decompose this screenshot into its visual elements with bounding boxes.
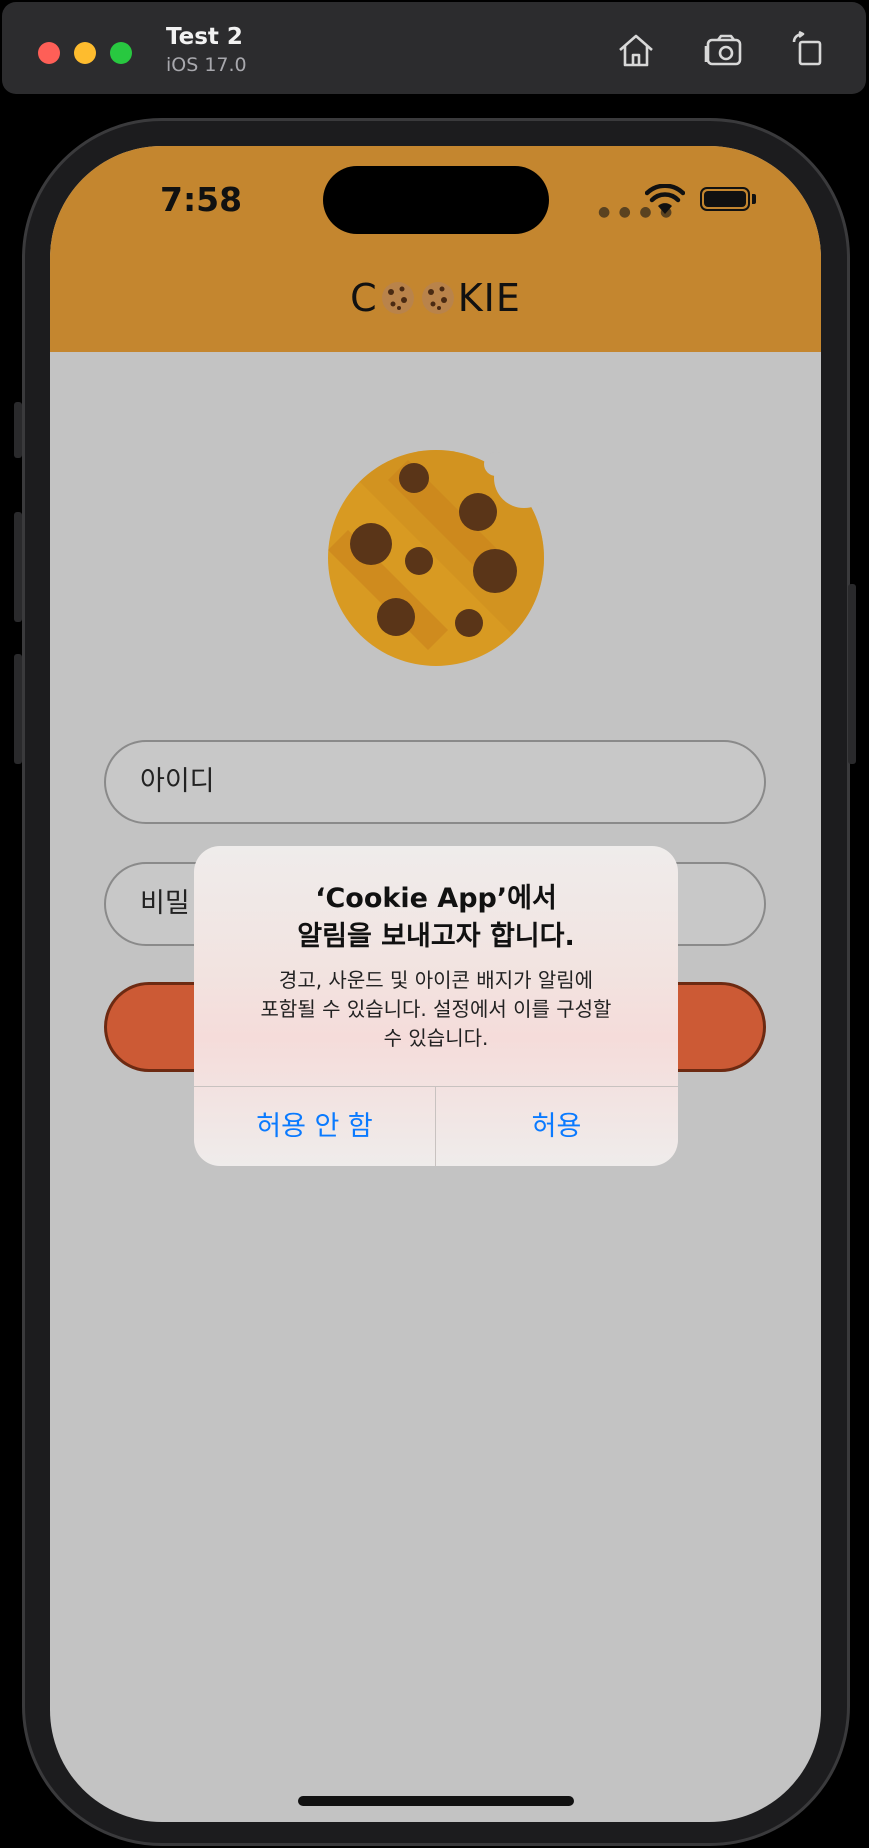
close-window-button[interactable]	[38, 42, 60, 64]
app-header: 7:58 ● ● ● ● C KIE	[50, 146, 821, 352]
zoom-window-button[interactable]	[110, 42, 132, 64]
phone-screen: 7:58 ● ● ● ● C KIE 아이디 비밀 ‘Cookie App’에서…	[50, 146, 821, 1822]
alert-title: ‘Cookie App’에서 알림을 보내고자 합니다.	[194, 880, 678, 956]
alert-message-line-1: 경고, 사운드 및 아이콘 배지가 알림에	[278, 968, 594, 992]
cookie-emoji-icon	[381, 282, 414, 314]
battery-nub	[752, 194, 756, 204]
app-title-suffix: KIE	[457, 276, 521, 320]
volume-up-button	[14, 512, 22, 622]
battery-icon	[700, 187, 750, 211]
cookie-logo-icon	[328, 450, 544, 666]
wifi-icon	[644, 183, 686, 216]
minimize-window-button[interactable]	[74, 42, 96, 64]
alert-message: 경고, 사운드 및 아이콘 배지가 알림에 포함될 수 있습니다. 설정에서 이…	[234, 966, 638, 1053]
power-button	[848, 584, 856, 764]
home-icon[interactable]	[614, 28, 658, 72]
status-time: 7:58	[160, 180, 243, 219]
alert-title-line-1: ‘Cookie App’에서	[315, 883, 557, 914]
rotate-icon[interactable]	[786, 28, 830, 72]
screenshot-icon[interactable]	[702, 28, 746, 72]
alert-message-line-3: 수 있습니다.	[383, 1026, 489, 1050]
home-indicator[interactable]	[298, 1796, 574, 1806]
cookie-emoji-icon	[421, 282, 454, 314]
alert-title-line-2: 알림을 보내고자 합니다.	[297, 921, 575, 952]
dynamic-island	[323, 166, 549, 234]
device-os-version: iOS 17.0	[166, 54, 247, 76]
allow-button[interactable]: 허용	[436, 1087, 677, 1166]
id-input[interactable]: 아이디	[104, 740, 766, 824]
app-title-prefix: C	[350, 276, 378, 320]
volume-down-button	[14, 654, 22, 764]
notification-permission-alert: ‘Cookie App’에서 알림을 보내고자 합니다. 경고, 사운드 및 아…	[194, 846, 678, 1166]
alert-message-line-2: 포함될 수 있습니다. 설정에서 이를 구성할	[260, 997, 612, 1021]
device-name: Test 2	[166, 24, 243, 50]
simulator-toolbar: Test 2 iOS 17.0	[2, 2, 866, 94]
deny-button[interactable]: 허용 안 함	[194, 1087, 435, 1166]
app-title: C KIE	[50, 276, 821, 320]
action-button	[14, 402, 22, 458]
